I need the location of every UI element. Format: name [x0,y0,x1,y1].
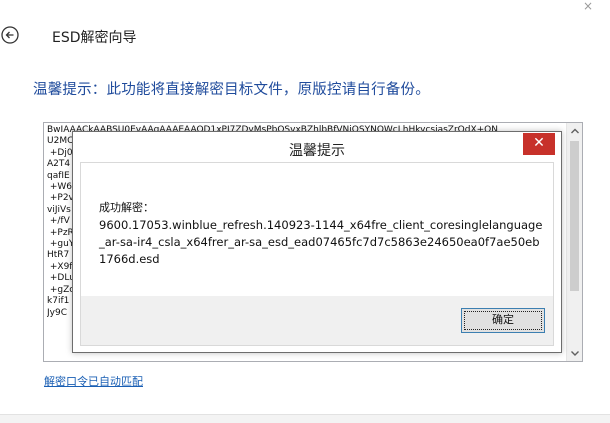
wizard-title: ESD解密向导 [52,30,137,46]
dialog-body: 成功解密： 9600.17053.winblue_refresh.140923-… [80,162,554,296]
back-arrow-icon [1,26,19,44]
key-auto-matched-link[interactable]: 解密口令已自动匹配 [44,373,143,389]
chevron-up-icon[interactable] [567,123,582,139]
scrollbar-thumb[interactable] [570,141,579,291]
dialog-titlebar[interactable]: 温馨提示 ✕ [73,132,561,162]
dialog-close-button[interactable]: ✕ [523,133,555,155]
decrypted-filename: 9600.17053.winblue_refresh.140923-1144_x… [99,218,543,266]
esd-decrypt-wizard: × ESD解密向导 温馨提示：此功能将直接解密目标文件，原版控请自行备份。 Bw… [0,0,610,423]
tip-dialog: 温馨提示 ✕ 成功解密： 9600.17053.winblue_refresh.… [72,131,562,353]
close-icon: ✕ [533,135,545,151]
window-close-icon[interactable]: × [580,0,596,12]
footer-bar [0,414,610,423]
vertical-scrollbar[interactable] [566,123,582,361]
back-button[interactable] [0,25,20,45]
dialog-title: 温馨提示 [289,143,345,159]
dialog-footer: 确定 [80,296,554,346]
success-label: 成功解密： [99,201,154,214]
warning-message: 温馨提示：此功能将直接解密目标文件，原版控请自行备份。 [33,82,430,98]
ok-button[interactable]: 确定 [461,308,545,333]
chevron-down-icon[interactable] [567,345,582,361]
